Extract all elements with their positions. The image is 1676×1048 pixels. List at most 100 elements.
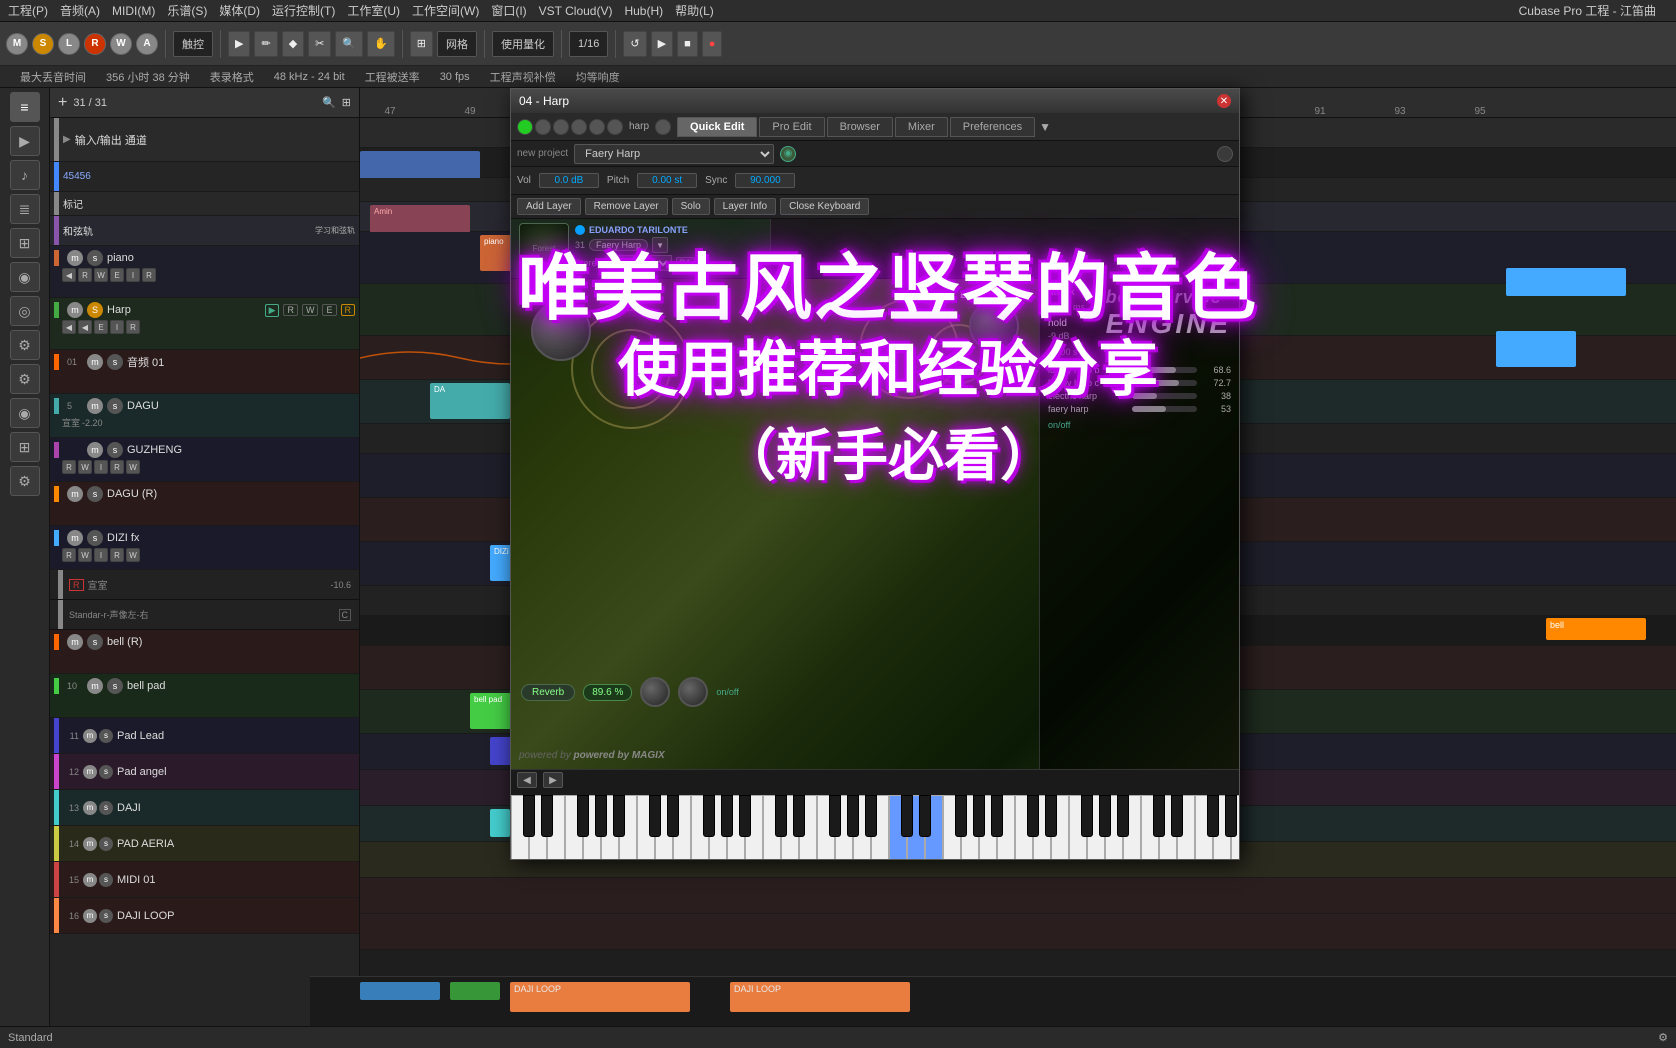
track-row-piano[interactable]: m s piano ◀ R W E I R: [50, 246, 359, 298]
clip-right-1[interactable]: [1506, 268, 1626, 296]
menu-item-transport[interactable]: 运行控制(T): [272, 2, 335, 19]
vol-value[interactable]: 0.0 dB: [539, 173, 599, 188]
black-key-0-C#[interactable]: [523, 795, 535, 837]
scissors-tool[interactable]: ✂: [308, 31, 331, 57]
sidebar-icon-9[interactable]: ⚙: [10, 364, 40, 394]
stop-btn[interactable]: ■: [677, 31, 698, 57]
mode-a-btn[interactable]: A: [136, 33, 158, 55]
black-key-5-D#[interactable]: [1171, 795, 1183, 837]
track-row-dagu[interactable]: 5 m s DAGU 宣室 -2.20: [50, 394, 359, 438]
black-key-0-D#[interactable]: [541, 795, 553, 837]
add-track-btn[interactable]: +: [58, 94, 67, 112]
black-key-3-C#[interactable]: [901, 795, 913, 837]
slider-3-track[interactable]: [1132, 406, 1197, 412]
tab-browser[interactable]: Browser: [827, 117, 893, 137]
menu-item-media[interactable]: 媒体(D): [219, 2, 260, 19]
track-row-guzheng[interactable]: m s GUZHENG R W I R W: [50, 438, 359, 482]
slider-2-track[interactable]: [1132, 393, 1197, 399]
track-row-bus1[interactable]: R 宣室 -10.6: [50, 570, 359, 600]
sidebar-icon-8[interactable]: ⚙: [10, 330, 40, 360]
cam-btn[interactable]: [1217, 146, 1233, 162]
track-settings-btn[interactable]: ⊞: [342, 96, 351, 109]
bottom-daji-2[interactable]: DAJI LOOP: [730, 982, 910, 1012]
track-row-daji-loop[interactable]: 16 m s DAJI LOOP: [50, 898, 359, 934]
zoom-tool[interactable]: 🔍: [335, 31, 363, 57]
black-key-0-F#[interactable]: [577, 795, 589, 837]
led-power[interactable]: [517, 119, 533, 135]
mode-l-btn[interactable]: L: [58, 33, 80, 55]
on-off-label1[interactable]: on/off: [1048, 420, 1070, 430]
mode-s-btn[interactable]: S: [32, 33, 54, 55]
black-key-4-A#[interactable]: [1117, 795, 1129, 837]
black-key-2-F#[interactable]: [829, 795, 841, 837]
black-key-3-D#[interactable]: [919, 795, 931, 837]
black-key-2-D#[interactable]: [793, 795, 805, 837]
sidebar-icon-7[interactable]: ◎: [10, 296, 40, 326]
menu-item-score[interactable]: 乐谱(S): [167, 2, 207, 19]
sidebar-icon-4[interactable]: ≣: [10, 194, 40, 224]
black-key-1-F#[interactable]: [703, 795, 715, 837]
record-btn[interactable]: ●: [702, 31, 723, 57]
black-key-3-G#[interactable]: [973, 795, 985, 837]
reverb-on-off[interactable]: on/off: [716, 687, 738, 697]
menu-item-midi[interactable]: MIDI(M): [112, 4, 155, 18]
black-key-1-A#[interactable]: [739, 795, 751, 837]
snap-btn[interactable]: ⊞: [410, 31, 433, 57]
instrument-thumbnail[interactable]: Forest: [519, 223, 569, 273]
clip-dagu[interactable]: DA: [430, 383, 510, 419]
black-key-3-F#[interactable]: [955, 795, 967, 837]
inst-expand[interactable]: ▼: [652, 237, 668, 253]
track-row-bell-r[interactable]: m s bell (R): [50, 630, 359, 674]
play-btn[interactable]: ▶: [651, 31, 673, 57]
bottom-clip-green[interactable]: [450, 982, 500, 1000]
sidebar-icon-11[interactable]: ⊞: [10, 432, 40, 462]
reverb-knob2[interactable]: [678, 677, 708, 707]
slider-1-track[interactable]: [1132, 380, 1197, 386]
black-key-1-C#[interactable]: [649, 795, 661, 837]
tab-preferences[interactable]: Preferences: [950, 117, 1035, 137]
menu-item-audio[interactable]: 音频(A): [60, 2, 100, 19]
black-key-4-D#[interactable]: [1045, 795, 1057, 837]
led-loop[interactable]: [571, 119, 587, 135]
led-rec[interactable]: [553, 119, 569, 135]
track-row-audio01[interactable]: 01 m s 音频 01: [50, 350, 359, 394]
sidebar-icon-3[interactable]: ♪: [10, 160, 40, 190]
menu-item-studio[interactable]: 工作室(U): [347, 2, 400, 19]
sidebar-icon-12[interactable]: ⚙: [10, 466, 40, 496]
track-row-pad-lead[interactable]: 11 m s Pad Lead: [50, 718, 359, 754]
menu-item-window[interactable]: 窗口(I): [491, 2, 526, 19]
add-layer-btn[interactable]: Add Layer: [517, 198, 581, 215]
track-row-midi01[interactable]: 15 m s MIDI 01: [50, 862, 359, 898]
loop-btn[interactable]: ↺: [623, 31, 646, 57]
clip-harp-right[interactable]: [1496, 331, 1576, 367]
track-row-standard[interactable]: Standar-r-声像左-右 C: [50, 600, 359, 630]
plugin-close-btn[interactable]: ✕: [1217, 94, 1231, 108]
sidebar-icon-1[interactable]: ≡: [10, 92, 40, 122]
black-key-2-A#[interactable]: [865, 795, 877, 837]
layer-info-btn[interactable]: Layer Info: [714, 198, 776, 215]
track-row-daji[interactable]: 13 m s DAJI: [50, 790, 359, 826]
black-key-5-C#[interactable]: [1153, 795, 1165, 837]
keyboard-scroll-right[interactable]: ▶: [543, 772, 563, 788]
bottom-daji-1[interactable]: DAJI LOOP: [510, 982, 690, 1012]
black-key-4-C#[interactable]: [1027, 795, 1039, 837]
slider-0-track[interactable]: [1132, 367, 1197, 373]
tune-btn[interactable]: ◉: [780, 146, 796, 162]
remove-layer-btn[interactable]: Remove Layer: [585, 198, 668, 215]
cursor-tool[interactable]: ▶: [228, 31, 250, 57]
black-key-5-F#[interactable]: [1207, 795, 1219, 837]
reverb-btn[interactable]: Reverb: [521, 684, 575, 701]
track-row-1[interactable]: 45456: [50, 162, 359, 192]
track-row-dagu-r[interactable]: m s DAGU (R): [50, 482, 359, 526]
inst-preset-name[interactable]: Faery Harp: [589, 239, 648, 251]
track-row-pad-angel[interactable]: 12 m s Pad angel: [50, 754, 359, 790]
tab-pro-edit[interactable]: Pro Edit: [759, 117, 824, 137]
settings-icon[interactable]: ⚙: [1658, 1031, 1668, 1044]
preset-dropdown[interactable]: Faery Harp: [574, 144, 774, 164]
black-key-1-G#[interactable]: [721, 795, 733, 837]
plugin-titlebar[interactable]: 04 - Harp ✕: [511, 89, 1239, 113]
draw-tool[interactable]: ✏: [254, 31, 277, 57]
track-row-bell-pad[interactable]: 10 m s bell pad: [50, 674, 359, 718]
network-label[interactable]: 网格: [437, 31, 477, 57]
bottom-clip-blue[interactable]: [360, 982, 440, 1000]
